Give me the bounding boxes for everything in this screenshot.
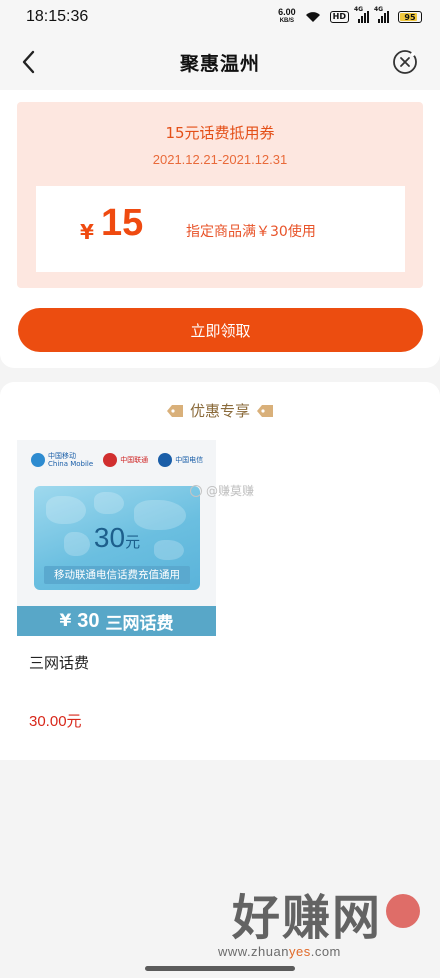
stamp-icon	[386, 894, 420, 928]
product-price: 30.00元	[29, 713, 82, 730]
china-mobile-logo: 中国移动 China Mobile	[31, 452, 93, 468]
carrier-name-en: China Mobile	[48, 460, 94, 468]
coupon-panel: 15元话费抵用券 2021.12.21-2021.12.31 ¥ 15 指定商品…	[0, 90, 440, 368]
card-strip: 移动联通电信话费充值通用	[44, 566, 190, 584]
weibo-watermark: @赚莫赚	[190, 482, 254, 499]
battery-icon: 95	[398, 11, 422, 23]
carrier-name: 中国移动	[48, 452, 76, 460]
card-value-amount: 30	[93, 522, 126, 553]
page-title: 聚惠温州	[179, 52, 260, 75]
tag-icon	[257, 404, 273, 417]
claim-coupon-button[interactable]: 立即领取	[18, 308, 423, 352]
china-telecom-logo: 中国电信	[158, 453, 203, 467]
deals-header-label: 优惠专享	[189, 402, 250, 420]
nav-bar: 聚惠温州	[0, 34, 440, 90]
card-value: 30元	[34, 522, 200, 554]
coupon-card: 15元话费抵用券 2021.12.21-2021.12.31 ¥ 15 指定商品…	[17, 102, 423, 288]
status-bar: 18:15:36 6.00 KB/S HD 4G 4G 95	[0, 0, 440, 34]
carrier-logos: 中国移动 China Mobile 中国联通 中国电信	[31, 452, 203, 468]
wifi-icon	[305, 12, 320, 22]
battery-level: 95	[404, 12, 416, 22]
chevron-left-icon[interactable]	[18, 48, 42, 76]
coupon-currency: ¥	[80, 220, 94, 244]
coupon-condition: 指定商品满￥30使用	[186, 224, 316, 240]
network-speed-unit: KB/S	[279, 18, 295, 24]
signal-type-label: 4G	[354, 6, 364, 13]
hd-icon: HD	[329, 11, 349, 23]
close-circle-icon[interactable]	[392, 49, 418, 75]
home-indicator[interactable]	[145, 966, 295, 971]
status-icons: 6.00 KB/S HD 4G 4G 95	[278, 6, 422, 26]
site-url-accent: yes	[288, 944, 311, 959]
site-watermark-name: 好赚网	[232, 890, 383, 946]
product-card[interactable]: 中国移动 China Mobile 中国联通 中国电信 30元 移动联通电信话费…	[17, 440, 216, 732]
coupon-value-box: ¥ 15 指定商品满￥30使用	[36, 186, 405, 272]
signal-icon: 4G	[374, 6, 389, 23]
recharge-card-graphic: 30元 移动联通电信话费充值通用	[34, 486, 200, 590]
carrier-name: 中国电信	[175, 456, 204, 464]
card-value-unit: 元	[125, 534, 141, 551]
signal-type-label: 4G	[374, 6, 384, 13]
product-banner: ¥30 三网话费	[17, 606, 216, 636]
banner-currency: ¥	[59, 611, 72, 631]
weibo-icon	[190, 484, 202, 497]
coupon-validity: 2021.12.21-2021.12.31	[152, 152, 288, 167]
coupon-amount: 15	[101, 202, 144, 244]
signal-icon: 4G	[354, 6, 369, 23]
deals-panel: 优惠专享 中国移动 China Mobile 中国联通 中国电信 30元 移动联…	[0, 382, 440, 760]
weibo-handle: @赚莫赚	[206, 484, 255, 498]
banner-text: 三网话费	[105, 613, 174, 634]
product-name: 三网话费	[29, 654, 90, 672]
product-image: 中国移动 China Mobile 中国联通 中国电信 30元 移动联通电信话费…	[17, 440, 216, 636]
banner-price: 30	[77, 609, 100, 632]
site-url-prefix: www.zhuan	[218, 944, 289, 959]
tag-icon	[166, 404, 183, 417]
network-speed-value: 6.00	[278, 7, 296, 17]
site-url-suffix: .com	[310, 944, 341, 959]
china-unicom-logo: 中国联通	[103, 453, 148, 467]
carrier-name: 中国联通	[120, 456, 149, 464]
deals-header: 优惠专享	[0, 400, 440, 421]
site-watermark-url: www.zhuanyes.com	[218, 944, 341, 959]
site-watermark: 好赚网 www.zhuanyes.com	[210, 878, 430, 972]
status-time: 18:15:36	[26, 8, 89, 25]
coupon-title: 15元话费抵用券	[165, 124, 275, 142]
network-speed: 6.00 KB/S	[278, 8, 296, 26]
